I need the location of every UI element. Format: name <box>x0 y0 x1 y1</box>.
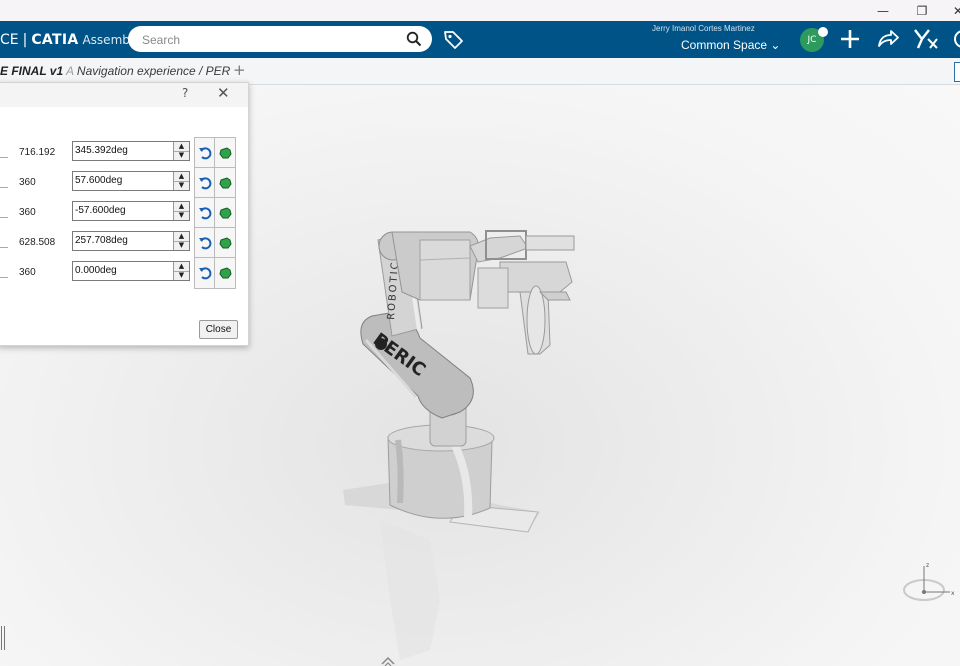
undo-icon <box>199 237 212 250</box>
joint-row: 360 ▲▼ <box>0 197 248 229</box>
axis-x-label: x <box>951 590 955 597</box>
apply-joint-button[interactable] <box>214 197 236 229</box>
slider-tick <box>0 187 8 188</box>
joint-value-input[interactable] <box>75 263 171 278</box>
space-selector[interactable]: Common Space ⌄ <box>681 38 780 52</box>
close-button[interactable]: Close <box>199 320 238 339</box>
chevron-up-icon[interactable] <box>380 654 396 666</box>
dialog-close-icon[interactable]: ✕ <box>217 84 230 102</box>
joint-limit: 360 <box>19 207 36 218</box>
joint-row: 716.192 ▲▼ <box>0 137 248 169</box>
app-name: CATIA <box>31 31 79 48</box>
spin-down-icon[interactable]: ▼ <box>174 241 189 250</box>
green-hand-icon <box>219 207 232 219</box>
dialog-titlebar[interactable] <box>0 83 248 107</box>
green-hand-icon <box>219 237 232 249</box>
apply-joint-button[interactable] <box>214 257 236 289</box>
plus-icon[interactable] <box>838 27 862 51</box>
status-dot-icon <box>818 27 828 37</box>
undo-icon <box>199 177 212 190</box>
spin-down-icon[interactable]: ▼ <box>174 271 189 280</box>
app-brand[interactable]: CE | CATIA Assembl... <box>0 21 145 58</box>
minimize-button[interactable]: — <box>865 0 901 21</box>
joint-row: 360 ▲▼ <box>0 167 248 199</box>
slider-tick <box>0 247 8 248</box>
value-spinner[interactable]: ▲ ▼ <box>173 142 189 160</box>
apps-compass-icon[interactable] <box>913 27 939 51</box>
joint-row: 360 ▲▼ <box>0 257 248 289</box>
add-tab-button[interactable]: + <box>233 61 246 79</box>
value-spinner[interactable]: ▲ ▼ <box>173 232 189 250</box>
joint-value-field[interactable]: ▲▼ <box>72 231 190 251</box>
apply-joint-button[interactable] <box>214 137 236 169</box>
window-titlebar: — ❐ ✕ <box>0 0 960 21</box>
apply-joint-button[interactable] <box>214 167 236 199</box>
slider-tick <box>0 277 8 278</box>
joint-value-field[interactable]: ▲▼ <box>72 201 190 221</box>
green-hand-icon <box>219 267 232 279</box>
dialog-help-button[interactable]: ? <box>182 86 188 100</box>
value-spinner[interactable]: ▲ ▼ <box>173 262 189 280</box>
close-window-button[interactable]: ✕ <box>940 0 960 21</box>
joint-value-field[interactable]: ▲▼ <box>72 171 190 191</box>
tab-current[interactable]: E FINAL v1 A Navigation experience / PER <box>0 64 230 78</box>
scroll-handle[interactable] <box>0 626 6 650</box>
joint-values-dialog: ? ✕ 716.192 ▲▼ 360 ▲▼ 360 <box>0 82 249 346</box>
undo-icon <box>199 267 212 280</box>
tab-title-path: Navigation experience / PER <box>76 64 231 78</box>
joint-value-input[interactable] <box>75 143 171 158</box>
slider-tick <box>0 157 8 158</box>
search-input[interactable] <box>140 30 399 50</box>
slider-tick <box>0 217 8 218</box>
restore-button[interactable]: ❐ <box>904 0 940 21</box>
value-spinner[interactable]: ▲ ▼ <box>173 202 189 220</box>
reset-joint-button[interactable] <box>194 227 216 259</box>
reset-joint-button[interactable] <box>194 167 216 199</box>
user-name: Jerry Imanol Cortes Martinez <box>652 24 755 33</box>
brand-prefix: CE <box>0 31 19 48</box>
undo-icon <box>199 207 212 220</box>
apply-joint-button[interactable] <box>214 227 236 259</box>
tab-bar: E FINAL v1 A Navigation experience / PER… <box>0 58 960 85</box>
value-spinner[interactable]: ▲ ▼ <box>173 172 189 190</box>
axis-triad-icon[interactable]: z x <box>900 558 958 608</box>
green-hand-icon <box>219 177 232 189</box>
search-icon[interactable] <box>406 31 422 47</box>
tag-icon[interactable] <box>442 28 464 50</box>
top-bar: CE | CATIA Assembl... Jerry Imanol Corte… <box>0 21 960 58</box>
joint-value-input[interactable] <box>75 233 171 248</box>
joint-value-input[interactable] <box>75 203 171 218</box>
joint-value-input[interactable] <box>75 173 171 188</box>
spin-down-icon[interactable]: ▼ <box>174 211 189 220</box>
reset-joint-button[interactable] <box>194 137 216 169</box>
joint-value-field[interactable]: ▲▼ <box>72 261 190 281</box>
joint-row: 628.508 ▲▼ <box>0 227 248 259</box>
green-hand-icon <box>219 147 232 159</box>
joint-limit: 628.508 <box>19 237 56 248</box>
help-icon[interactable] <box>952 27 960 51</box>
panel-toggle-icon[interactable] <box>954 62 960 82</box>
joint-limit: 360 <box>19 267 36 278</box>
brand-separator: | <box>22 31 28 48</box>
joint-limit: 360 <box>19 177 36 188</box>
spin-down-icon[interactable]: ▼ <box>174 181 189 190</box>
tab-title-fade: A <box>63 64 77 78</box>
tab-title-bold: E FINAL v1 <box>0 64 64 78</box>
share-icon[interactable] <box>876 27 900 51</box>
axis-z-label: z <box>926 562 929 569</box>
undo-icon <box>199 147 212 160</box>
joint-value-field[interactable]: ▲▼ <box>72 141 190 161</box>
search-box[interactable] <box>128 26 432 52</box>
spin-down-icon[interactable]: ▼ <box>174 151 189 160</box>
reset-joint-button[interactable] <box>194 197 216 229</box>
joint-limit: 716.192 <box>19 147 56 158</box>
reset-joint-button[interactable] <box>194 257 216 289</box>
